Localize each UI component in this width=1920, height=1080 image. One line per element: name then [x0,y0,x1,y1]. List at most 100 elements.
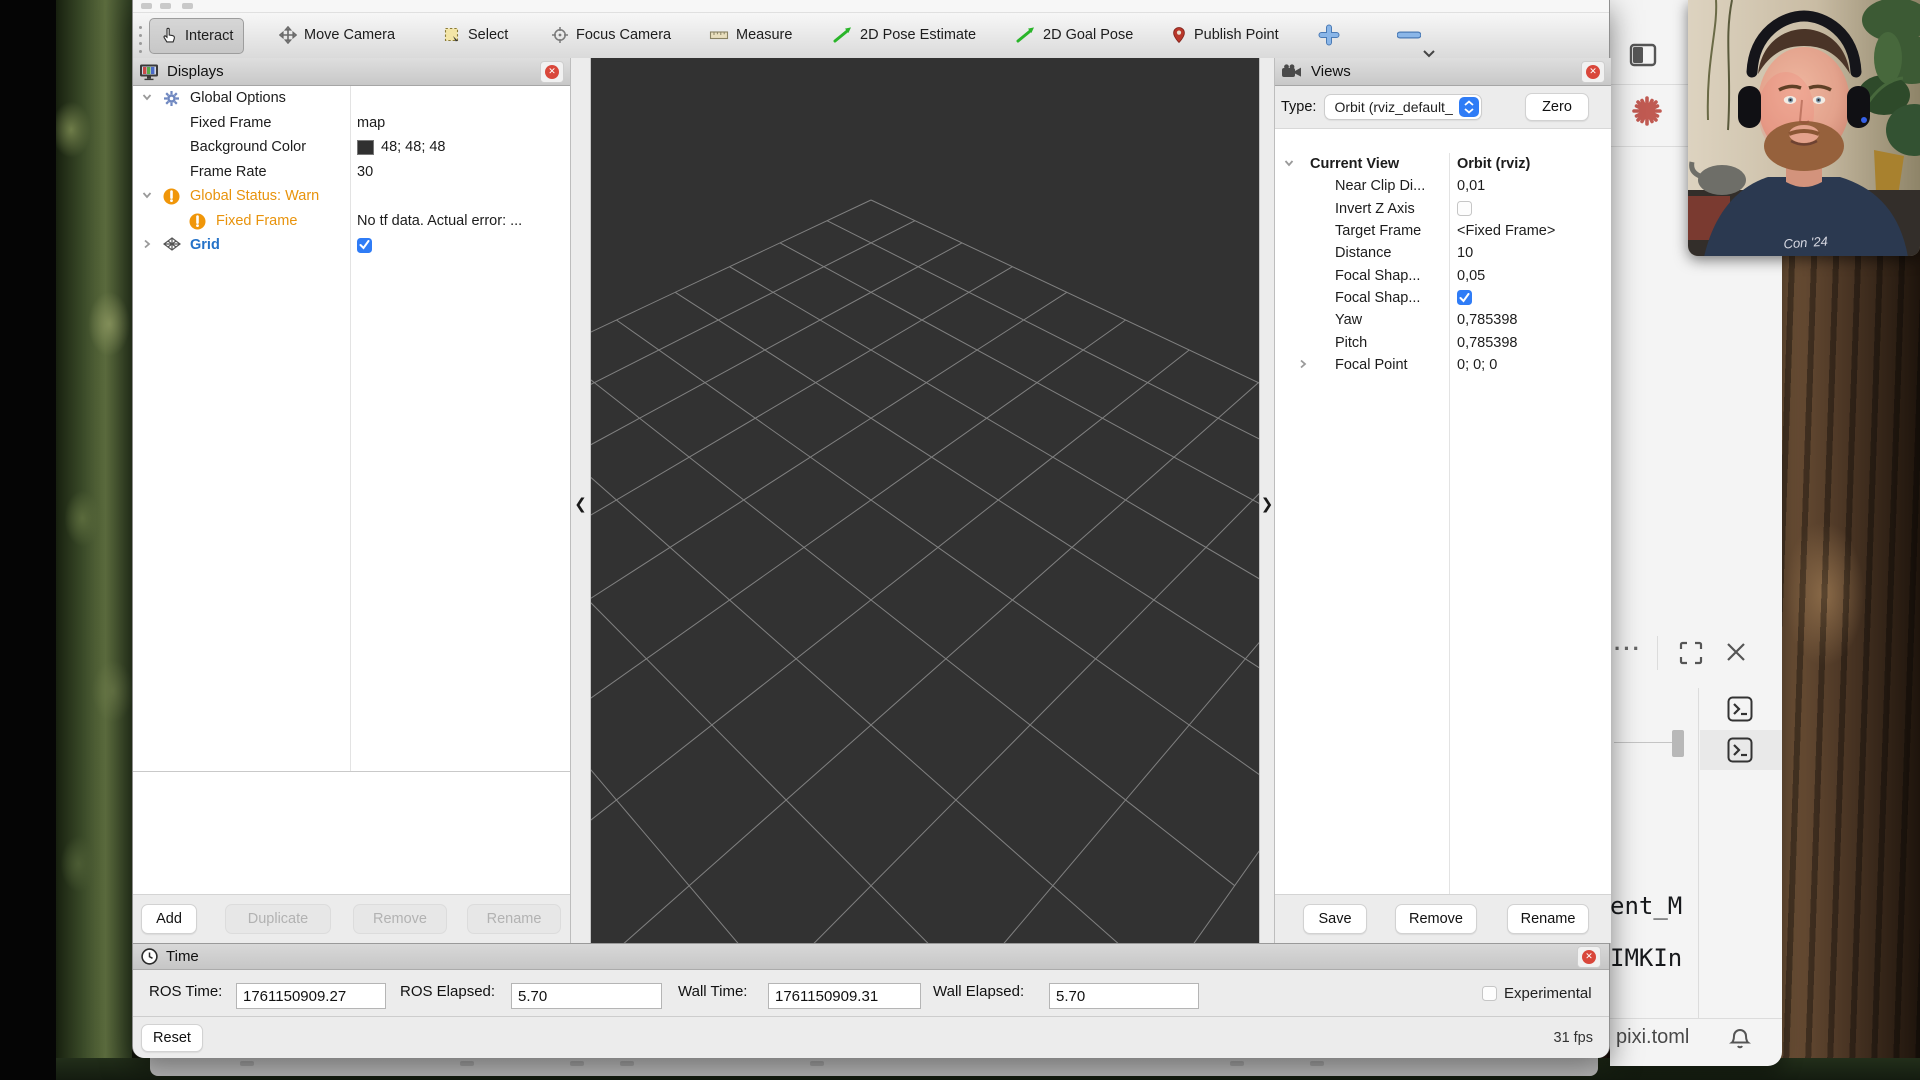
color-swatch[interactable] [357,140,374,155]
asterisk-icon[interactable] [1630,94,1664,128]
time-field-input[interactable]: 1761150909.31 [768,983,921,1009]
property-name: Grid [190,237,220,253]
value-text: 0,785398 [1457,312,1517,328]
property-value[interactable]: 0,01 [1457,178,1485,194]
display-row[interactable]: Frame Rate30 [133,160,570,185]
property-value[interactable]: 30 [357,164,373,180]
property-name: Invert Z Axis [1335,201,1415,217]
views-icon [1281,64,1303,80]
divider [133,1016,1609,1017]
render-viewport[interactable] [591,58,1259,943]
move-icon [279,26,297,44]
scrollbar-thumb[interactable] [1672,730,1684,757]
property-value[interactable] [1457,201,1472,216]
time-field-input[interactable]: 5.70 [1049,983,1199,1009]
duplicate-button[interactable]: Duplicate [225,904,331,934]
checkbox[interactable] [357,238,372,253]
expander-closed-icon[interactable] [141,238,155,252]
property-value[interactable]: 0,785398 [1457,312,1517,328]
view-property-row[interactable]: Invert Z Axis [1275,198,1611,220]
tool-2d-pose-estimate[interactable]: 2D Pose Estimate [823,18,986,52]
value-text: map [357,115,385,131]
value-text: Orbit (rviz) [1457,156,1530,172]
view-property-row[interactable]: Yaw0,785398 [1275,309,1611,331]
remove-button[interactable]: Remove [353,904,447,934]
expander-open-icon[interactable] [141,189,155,203]
property-value[interactable]: map [357,115,385,131]
property-value[interactable] [1457,290,1472,305]
tool-interact[interactable]: Interact [149,18,244,54]
tool-measure[interactable]: Measure [699,18,802,52]
checkbox[interactable] [1457,201,1472,216]
save-button[interactable]: Save [1303,904,1367,934]
tool-focus-camera[interactable]: Focus Camera [541,18,681,52]
terminal-icon[interactable] [1726,736,1754,764]
tool-publish-point[interactable]: Publish Point [1161,18,1289,52]
collapse-left-handle[interactable]: ❮ [571,58,591,943]
display-row[interactable]: Global Options [133,86,570,111]
shirt-text: Con '24 [1783,233,1828,251]
expander-open-icon[interactable] [141,91,155,105]
reset-button[interactable]: Reset [141,1024,203,1052]
property-value[interactable] [357,238,372,253]
display-row[interactable]: Fixed Framemap [133,111,570,136]
terminal-icon[interactable] [1726,695,1754,723]
collapse-right-handle[interactable]: ❯ [1259,58,1274,943]
view-type-select[interactable]: Orbit (rviz_default_ [1324,94,1482,120]
tool-select[interactable]: Select [433,18,518,52]
add-tool-button[interactable] [1316,23,1342,47]
property-name: Pitch [1335,335,1367,351]
property-value[interactable]: 0,05 [1457,268,1485,284]
time-field-input[interactable]: 5.70 [511,983,662,1009]
property-value[interactable]: Orbit (rviz) [1457,156,1530,172]
panel-splitter[interactable] [133,771,570,772]
property-value[interactable]: 48; 48; 48 [357,139,446,155]
bell-icon[interactable] [1728,1027,1752,1051]
expander-closed-icon[interactable] [1297,358,1311,372]
view-property-row[interactable]: Focal Point0; 0; 0 [1275,354,1611,376]
property-value[interactable]: 0; 0; 0 [1457,357,1497,373]
more-options-button[interactable]: ··· [1614,636,1642,662]
display-row[interactable]: Grid [133,233,570,258]
view-property-row[interactable]: Focal Shap...0,05 [1275,264,1611,286]
value-text: 0,785398 [1457,335,1517,351]
layout-sidebar-icon[interactable] [1628,40,1658,70]
tool-2d-goal-pose[interactable]: 2D Goal Pose [1006,18,1143,52]
property-value[interactable]: 10 [1457,245,1473,261]
view-property-row[interactable]: Distance10 [1275,242,1611,264]
remove-tool-button[interactable] [1396,23,1422,47]
rename-button[interactable]: Rename [1507,904,1589,934]
checkbox[interactable] [1457,290,1472,305]
property-value[interactable]: 0,785398 [1457,335,1517,351]
fps-readout: 31 fps [1554,1030,1594,1046]
remove-button[interactable]: Remove [1395,904,1477,934]
toolbar-drag-handle[interactable] [139,21,145,51]
view-property-row[interactable]: Near Clip Di...0,01 [1275,175,1611,197]
view-property-row[interactable]: Focal Shap... [1275,287,1611,309]
time-close-button[interactable]: ✕ [1577,946,1601,968]
pose-icon [1016,26,1036,44]
experimental-label: Experimental [1504,985,1592,1002]
expander-open-icon[interactable] [1283,157,1297,171]
split-handle[interactable] [1614,742,1676,743]
display-row[interactable]: Fixed FrameNo tf data. Actual error: ... [133,209,570,234]
view-property-row[interactable]: Current ViewOrbit (rviz) [1275,153,1611,175]
value-text: 0,05 [1457,268,1485,284]
property-value[interactable]: No tf data. Actual error: ... [357,213,522,229]
rename-button[interactable]: Rename [467,904,561,934]
view-property-row[interactable]: Target Frame<Fixed Frame> [1275,220,1611,242]
views-close-button[interactable]: ✕ [1581,61,1605,83]
property-value[interactable]: <Fixed Frame> [1457,223,1555,239]
display-row[interactable]: Global Status: Warn [133,184,570,209]
add-button[interactable]: Add [141,904,197,934]
tool-move-camera[interactable]: Move Camera [269,18,405,52]
view-property-row[interactable]: Pitch 0,785398 [1275,331,1611,353]
fullscreen-icon[interactable] [1678,640,1704,666]
warn-icon [163,188,180,205]
displays-close-button[interactable]: ✕ [540,61,564,83]
time-field-input[interactable]: 1761150909.27 [236,983,386,1009]
close-icon[interactable] [1724,640,1748,664]
experimental-checkbox[interactable]: Experimental [1482,985,1592,1002]
zero-button[interactable]: Zero [1525,93,1589,121]
display-row[interactable]: Background Color48; 48; 48 [133,135,570,160]
